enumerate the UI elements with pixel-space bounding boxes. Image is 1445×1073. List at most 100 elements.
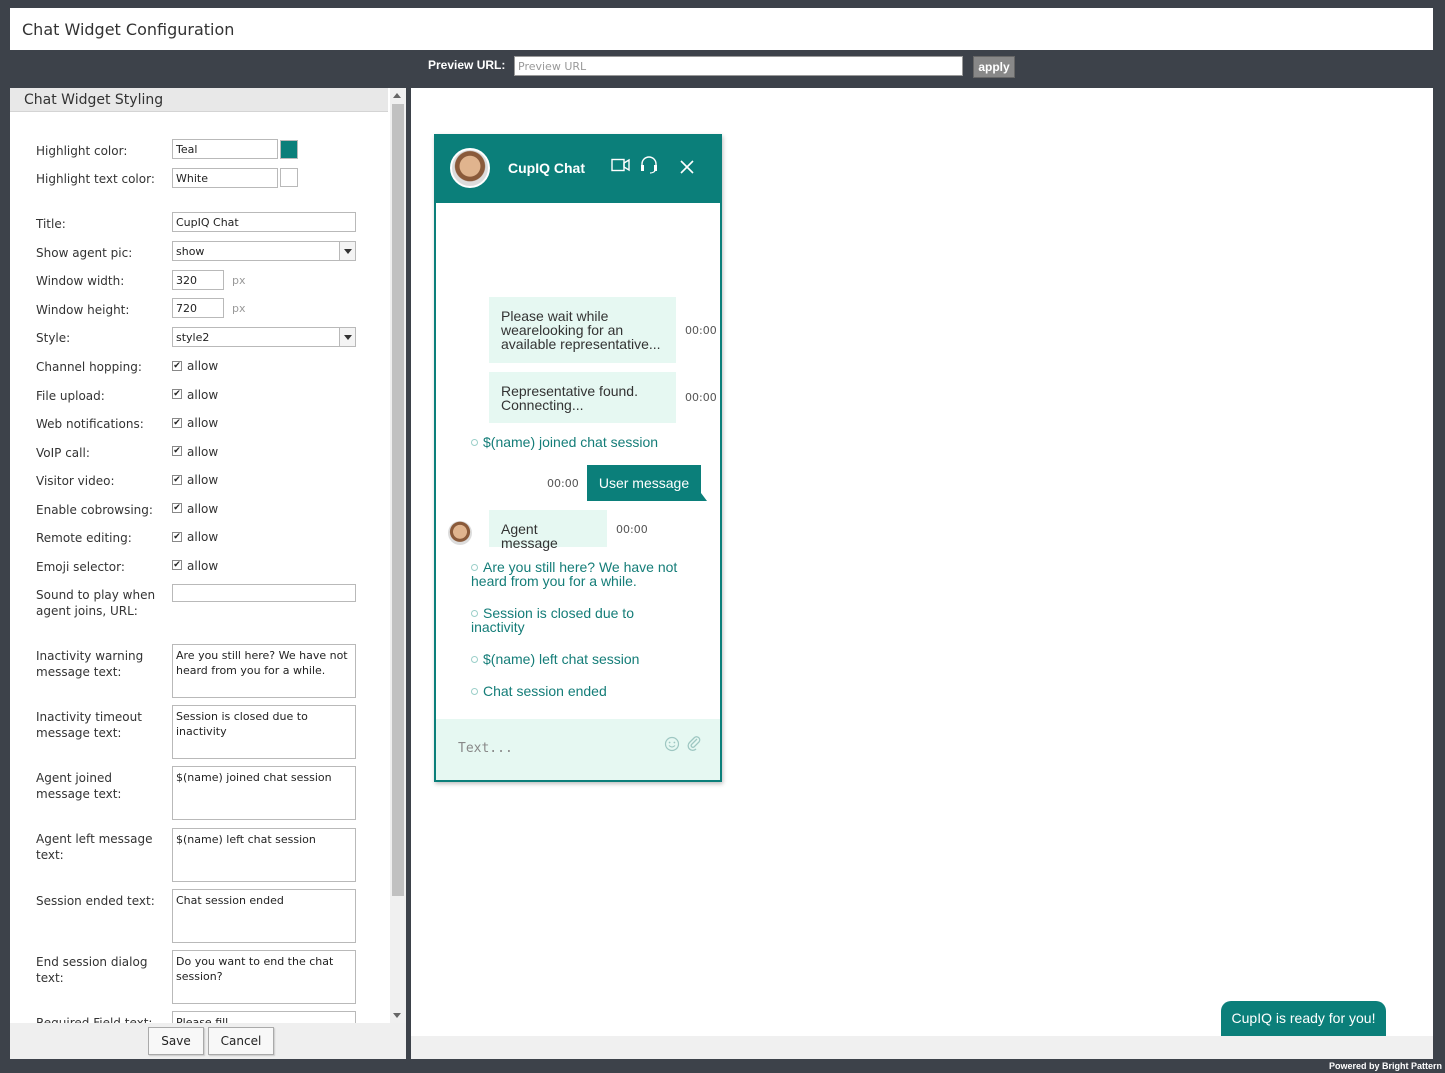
voip-call-allow: allow <box>187 445 219 459</box>
chat-title: CupIQ Chat <box>508 160 585 176</box>
close-icon[interactable] <box>680 160 694 177</box>
user-message: User message <box>587 465 707 501</box>
preview-footer <box>411 1036 1433 1059</box>
cancel-button[interactable]: Cancel <box>208 1027 274 1055</box>
joined-system-message: $(name) joined chat session <box>471 435 691 449</box>
headset-icon[interactable] <box>639 156 659 177</box>
channel-hopping-allow: allow <box>187 359 219 373</box>
preview-url-label: Preview URL: <box>428 58 506 72</box>
emoji-selector-checkbox[interactable]: ✔ <box>172 560 182 570</box>
chat-input-area[interactable]: Text... <box>436 719 720 780</box>
window-height-unit: px <box>232 302 246 315</box>
paperclip-icon[interactable] <box>686 734 702 756</box>
joined-text: $(name) joined chat session <box>483 434 659 450</box>
voip-call-checkbox[interactable]: ✔ <box>172 446 182 456</box>
highlight-color-input[interactable]: Teal <box>172 139 278 159</box>
file-upload-checkbox[interactable]: ✔ <box>172 389 182 399</box>
show-agent-pic-select[interactable]: show <box>172 241 356 261</box>
agent-mini-avatar <box>448 521 472 545</box>
sound-url-label: Sound to play when agent joins, URL: <box>36 588 156 618</box>
sound-url-input[interactable] <box>172 584 356 602</box>
enable-cobrowsing-label: Enable cobrowsing: <box>36 503 153 517</box>
scrollbar-thumb[interactable] <box>392 104 404 896</box>
window-title: Chat Widget Configuration <box>22 20 235 39</box>
agent-message: Agent message <box>489 510 607 550</box>
chevron-down-icon <box>339 328 355 346</box>
chat-header: CupIQ Chat <box>436 136 720 203</box>
chevron-down-icon <box>339 242 355 260</box>
ready-chat-button[interactable]: CupIQ is ready for you! <box>1221 1001 1386 1038</box>
style-select[interactable]: style2 <box>172 327 356 347</box>
highlight-text-color-input[interactable]: White <box>172 168 278 188</box>
style-label: Style: <box>36 331 71 345</box>
agent-left-label: Agent left message text: <box>36 832 153 862</box>
window-height-label: Window height: <box>36 303 130 317</box>
file-upload-label: File upload: <box>36 389 105 403</box>
web-notifications-allow: allow <box>187 416 219 430</box>
session-ended-textarea[interactable]: Chat session ended <box>172 889 356 943</box>
scrollbar[interactable] <box>390 88 406 1023</box>
inactivity-warning-label: Inactivity warning message text: <box>36 649 144 679</box>
agent-joined-textarea[interactable]: $(name) joined chat session <box>172 766 356 820</box>
video-icon[interactable] <box>611 158 631 175</box>
remote-editing-allow: allow <box>187 530 219 544</box>
highlight-text-color-label: Highlight text color: <box>36 172 155 186</box>
left-system-message: $(name) left chat session <box>471 652 691 666</box>
found-message: Representative found. Connecting... <box>489 372 676 423</box>
preview-area: CupIQ Chat Please wait while wearelookin… <box>411 88 1433 1038</box>
emoji-icon[interactable] <box>664 736 680 756</box>
highlight-color-label: Highlight color: <box>36 144 128 158</box>
agent-joined-label: Agent joined message text: <box>36 771 122 801</box>
inactivity-timeout-textarea[interactable]: Session is closed due to inactivity <box>172 705 356 759</box>
save-button[interactable]: Save <box>148 1027 204 1055</box>
ended-text: Chat session ended <box>483 683 607 699</box>
window-width-unit: px <box>232 274 246 287</box>
web-notifications-checkbox[interactable]: ✔ <box>172 418 182 428</box>
window-width-label: Window width: <box>36 274 125 288</box>
status-dot-icon <box>471 656 478 663</box>
apply-button[interactable]: apply <box>973 56 1015 78</box>
still-here-system-message: Are you still here? We have not heard fr… <box>471 560 691 588</box>
closed-text: Session is closed due to inactivity <box>471 605 634 635</box>
preview-url-input[interactable]: Preview URL <box>514 56 963 76</box>
wait-timestamp: 00:00 <box>685 324 717 337</box>
window-title-bar: Chat Widget Configuration <box>10 8 1433 50</box>
visitor-video-allow: allow <box>187 473 219 487</box>
left-panel-header-strip <box>10 50 406 88</box>
chat-widget: CupIQ Chat Please wait while wearelookin… <box>434 134 722 782</box>
highlight-color-swatch[interactable] <box>280 140 298 159</box>
agent-left-textarea[interactable]: $(name) left chat session <box>172 828 356 882</box>
highlight-text-color-swatch[interactable] <box>280 168 298 187</box>
window-width-input[interactable]: 320 <box>172 270 224 290</box>
style-value: style2 <box>176 331 210 344</box>
still-here-text: Are you still here? We have not heard fr… <box>471 559 678 589</box>
inactivity-warning-textarea[interactable]: Are you still here? We have not heard fr… <box>172 644 356 698</box>
scroll-up-arrow-icon[interactable] <box>393 93 401 98</box>
status-dot-icon <box>471 564 478 571</box>
emoji-selector-label: Emoji selector: <box>36 560 125 574</box>
file-upload-allow: allow <box>187 388 219 402</box>
title-label: Title: <box>36 217 66 231</box>
scroll-down-arrow-icon[interactable] <box>393 1013 401 1018</box>
ended-system-message: Chat session ended <box>471 684 691 698</box>
required-field-textarea[interactable]: Please fill <box>172 1011 356 1023</box>
remote-editing-checkbox[interactable]: ✔ <box>172 532 182 542</box>
left-text: $(name) left chat session <box>483 651 640 667</box>
remote-editing-label: Remote editing: <box>36 531 132 545</box>
window-height-input[interactable]: 720 <box>172 298 224 318</box>
show-agent-pic-label: Show agent pic: <box>36 246 133 260</box>
title-input[interactable]: CupIQ Chat <box>172 212 356 232</box>
emoji-selector-allow: allow <box>187 559 219 573</box>
show-agent-pic-value: show <box>176 245 205 258</box>
end-session-dialog-textarea[interactable]: Do you want to end the chat session? <box>172 950 356 1004</box>
channel-hopping-label: Channel hopping: <box>36 360 142 374</box>
enable-cobrowsing-checkbox[interactable]: ✔ <box>172 503 182 513</box>
channel-hopping-checkbox[interactable]: ✔ <box>172 361 182 371</box>
visitor-video-checkbox[interactable]: ✔ <box>172 475 182 485</box>
left-panel-footer: Save Cancel <box>10 1023 406 1059</box>
user-timestamp: 00:00 <box>547 477 579 490</box>
status-dot-icon <box>471 439 478 446</box>
inactivity-timeout-label: Inactivity timeout message text: <box>36 710 142 740</box>
found-timestamp: 00:00 <box>685 391 717 404</box>
session-ended-label: Session ended text: <box>36 894 155 908</box>
